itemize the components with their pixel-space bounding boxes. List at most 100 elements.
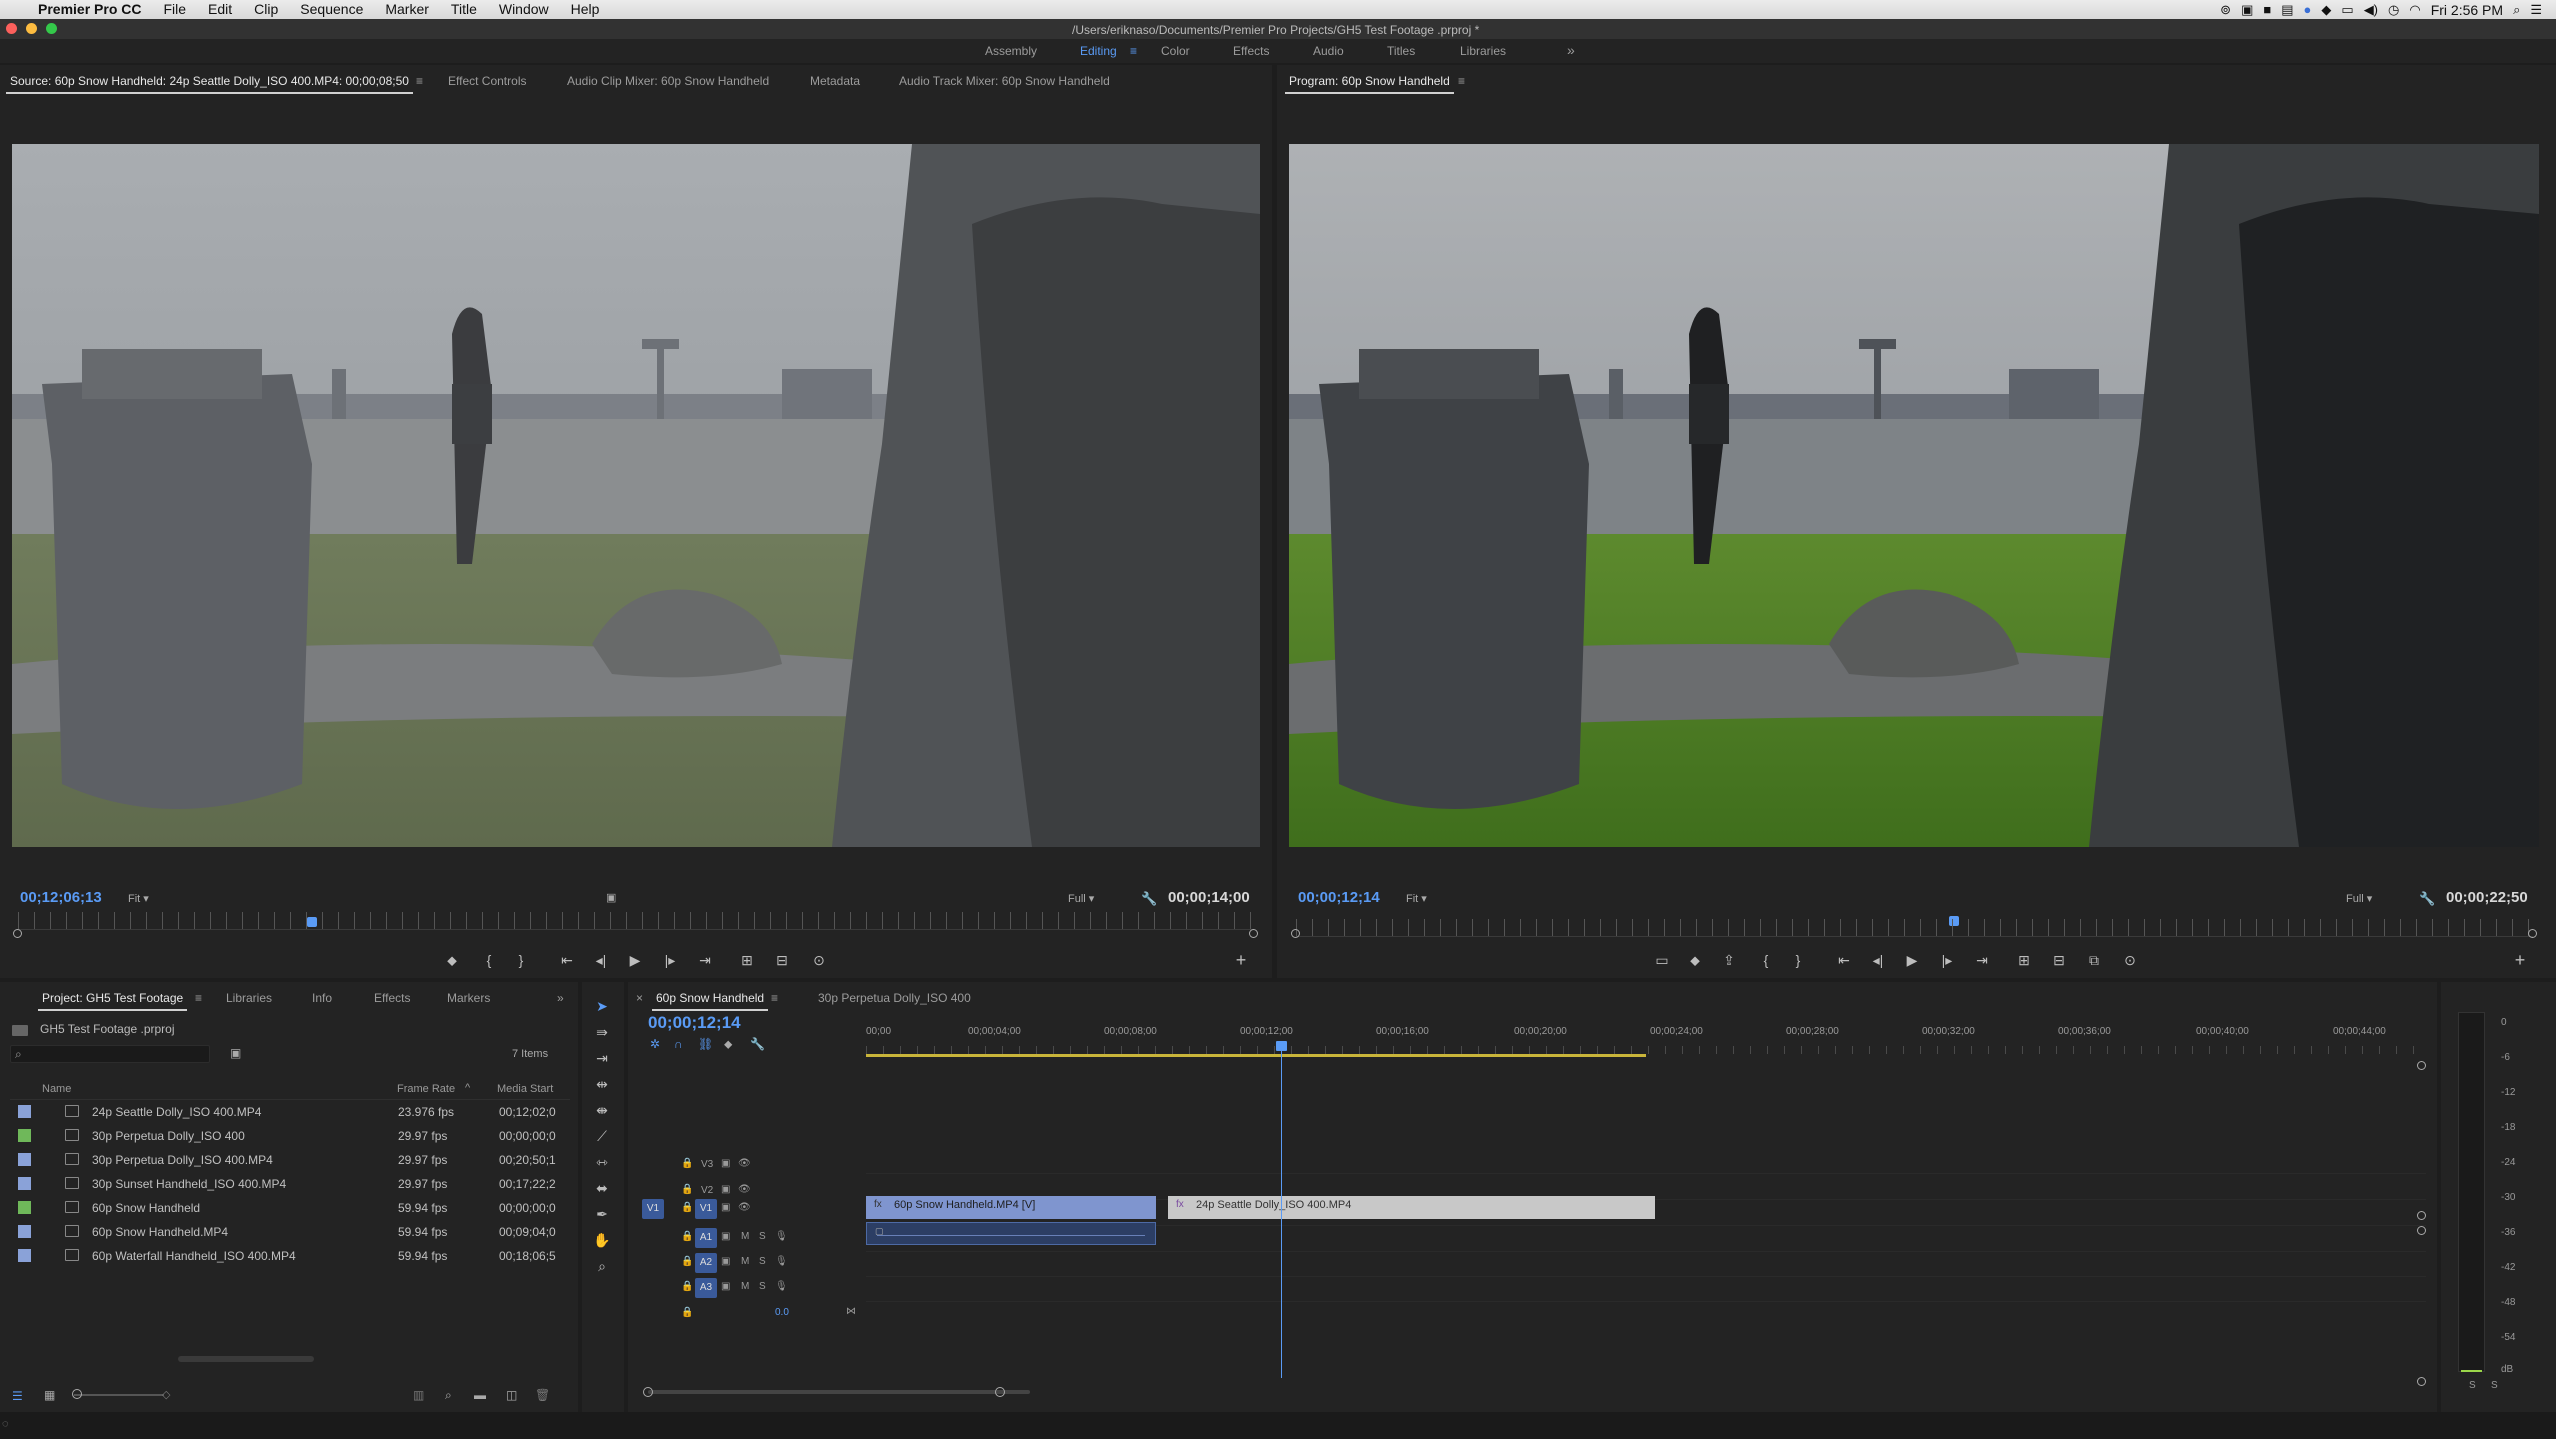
timeline-clip[interactable]: fx 24p Seattle Dolly_ISO 400.MP4 (1168, 1196, 1655, 1219)
tab-project[interactable]: Project: GH5 Test Footage (37, 991, 188, 1011)
track-lane-v3[interactable] (866, 1150, 2426, 1174)
wifi-icon[interactable]: ◠ (2409, 2, 2420, 18)
meter-solo-right-button[interactable]: S (2491, 1380, 2498, 1391)
dropbox-icon[interactable]: ◆ (2321, 2, 2331, 18)
program-lift-edit-icon[interactable]: ⊞ (2013, 952, 2035, 969)
app-status-icon[interactable]: ■ (2263, 2, 2271, 17)
track-lane-a3[interactable] (866, 1277, 2426, 1302)
program-out-handle[interactable] (2528, 929, 2537, 938)
source-export-frame-icon[interactable]: ⊙ (808, 952, 830, 969)
track-label-v2[interactable]: V2 (701, 1185, 713, 1196)
source-go-to-out-icon[interactable]: ⇥ (694, 952, 716, 969)
source-playhead-timecode[interactable]: 00;12;06;13 (20, 889, 102, 906)
mute-icon[interactable]: M (741, 1281, 749, 1292)
column-header-frame-rate[interactable]: Frame Rate (397, 1083, 455, 1095)
volume-icon[interactable]: ◀) (2364, 2, 2378, 18)
project-item[interactable]: 30p Perpetua Dolly_ISO 400.MP4 29.97 fps… (10, 1148, 570, 1172)
tab-audio-track-mixer[interactable]: Audio Track Mixer: 60p Snow Handheld (899, 74, 1110, 88)
list-view-icon[interactable]: ☰ (12, 1389, 23, 1403)
workspace-libraries[interactable]: Libraries (1460, 44, 1506, 58)
tab-sequence-perpetua[interactable]: 30p Perpetua Dolly_ISO 400 (818, 991, 971, 1005)
find-icon[interactable]: ⌕ (445, 1388, 452, 1403)
menu-sequence[interactable]: Sequence (289, 0, 374, 19)
timeline-playhead[interactable] (1281, 1045, 1282, 1378)
workspace-color[interactable]: Color (1161, 44, 1190, 58)
rolling-edit-tool-icon[interactable]: ⇹ (592, 1076, 612, 1096)
source-video-frame[interactable] (12, 144, 1260, 847)
lock-icon[interactable]: 🔒 (681, 1281, 693, 1292)
zoom-slider[interactable] (74, 1394, 164, 1396)
program-button-editor-icon[interactable]: + (2509, 950, 2531, 971)
project-item[interactable]: 60p Snow Handheld 59.94 fps 00;00;00;0 (10, 1196, 570, 1220)
maximize-window-icon[interactable] (46, 23, 57, 34)
sync-lock-icon[interactable]: ▣ (721, 1202, 730, 1213)
source-clip-icon[interactable]: ▣ (606, 891, 616, 904)
microphone-icon[interactable]: 🎙 (775, 1281, 788, 1292)
source-in-handle[interactable] (13, 929, 22, 938)
scroll-handle-right[interactable] (995, 1387, 1005, 1397)
menu-clip[interactable]: Clip (243, 0, 289, 19)
source-step-back-icon[interactable]: ◂| (590, 952, 612, 969)
workspace-assembly[interactable]: Assembly (985, 44, 1037, 58)
clear-icon[interactable]: 🗑 (535, 1388, 550, 1402)
program-play-icon[interactable]: ▶ (1901, 952, 1923, 969)
clipboard-icon[interactable]: ▤ (2281, 2, 2293, 18)
timeline-audio-clip[interactable]: ▢ (866, 1222, 1156, 1245)
source-mark-in-icon[interactable]: { (478, 952, 500, 968)
menu-app-name[interactable]: Premier Pro CC (27, 0, 152, 19)
lock-icon[interactable]: 🔒 (681, 1256, 693, 1267)
sync-lock-icon[interactable]: ▣ (721, 1158, 730, 1169)
razor-tool-icon[interactable]: ⟋ (592, 1128, 612, 1148)
timeline-horizontal-scrollbar[interactable] (648, 1390, 1030, 1394)
selection-tool-icon[interactable]: ➤ (592, 998, 612, 1018)
solo-icon[interactable]: S (759, 1256, 766, 1267)
source-mark-out-icon[interactable]: } (510, 952, 532, 968)
sync-lock-icon[interactable]: ▣ (721, 1281, 730, 1292)
project-horizontal-scrollbar[interactable] (178, 1356, 314, 1362)
column-header-media-start[interactable]: Media Start (497, 1083, 553, 1095)
master-volume[interactable]: 0.0 (775, 1307, 789, 1318)
source-button-editor-icon[interactable]: + (1230, 950, 1252, 971)
timeline-vertical-scroll-bottom-icon[interactable] (2417, 1377, 2426, 1386)
menu-file[interactable]: File (152, 0, 197, 19)
new-item-icon[interactable]: ◫ (506, 1388, 517, 1402)
minimize-window-icon[interactable] (26, 23, 37, 34)
sync-lock-icon[interactable]: ▣ (721, 1184, 730, 1195)
hand-tool-icon[interactable]: ✋ (592, 1232, 612, 1252)
timeline-vertical-scroll-top-icon[interactable] (2417, 1061, 2426, 1070)
icon-view-icon[interactable]: ▦ (44, 1388, 55, 1402)
tab-program[interactable]: Program: 60p Snow Handheld (1285, 74, 1454, 94)
spotlight-icon[interactable]: ⌕ (2513, 2, 2520, 18)
tab-effects[interactable]: Effects (374, 991, 410, 1005)
menu-marker[interactable]: Marker (374, 0, 440, 19)
timeline-vertical-scroll-mid2-icon[interactable] (2417, 1226, 2426, 1235)
blue-dot-icon[interactable]: ● (2304, 2, 2312, 17)
linked-selection-icon[interactable]: ⛓ (698, 1037, 713, 1051)
workspace-menu-icon[interactable]: ≡ (1130, 44, 1137, 58)
tab-effect-controls[interactable]: Effect Controls (448, 74, 526, 88)
mute-icon[interactable]: M (741, 1256, 749, 1267)
program-step-forward-icon[interactable]: |▸ (1936, 952, 1958, 969)
snap-icon[interactable]: ∩ (674, 1037, 683, 1051)
zoom-tool-icon[interactable]: ⌕ (592, 1258, 612, 1278)
track-label-v3[interactable]: V3 (701, 1159, 713, 1170)
timeline-timecode[interactable]: 00;00;12;14 (648, 1013, 741, 1033)
project-item[interactable]: 30p Perpetua Dolly_ISO 400 29.97 fps 00;… (10, 1124, 570, 1148)
ripple-edit-tool-icon[interactable]: ⇥ (592, 1050, 612, 1070)
menu-edit[interactable]: Edit (197, 0, 243, 19)
close-window-icon[interactable] (6, 23, 17, 34)
program-step-back-icon[interactable]: ◂| (1867, 952, 1889, 969)
lock-icon[interactable]: 🔒 (681, 1202, 693, 1213)
program-quality-select[interactable]: Full ▾ (2346, 892, 2372, 905)
clock[interactable]: Fri 2:56 PM (2431, 2, 2503, 18)
program-playhead-timecode[interactable]: 00;00;12;14 (1298, 889, 1380, 906)
eye-icon[interactable]: 👁 (738, 1158, 751, 1169)
lock-icon[interactable]: 🔒 (681, 1158, 693, 1169)
sequence-tab-menu-icon[interactable]: ≡ (771, 991, 778, 1005)
project-item[interactable]: 24p Seattle Dolly_ISO 400.MP4 23.976 fps… (10, 1100, 570, 1124)
sort-icons-icon[interactable]: ◇ (162, 1388, 170, 1401)
time-machine-icon[interactable]: ◷ (2388, 2, 2399, 18)
lock-icon[interactable]: 🔒 (681, 1307, 693, 1318)
slip-tool-icon[interactable]: ⇿ (592, 1154, 612, 1174)
program-mark-in-icon[interactable]: { (1755, 952, 1777, 968)
